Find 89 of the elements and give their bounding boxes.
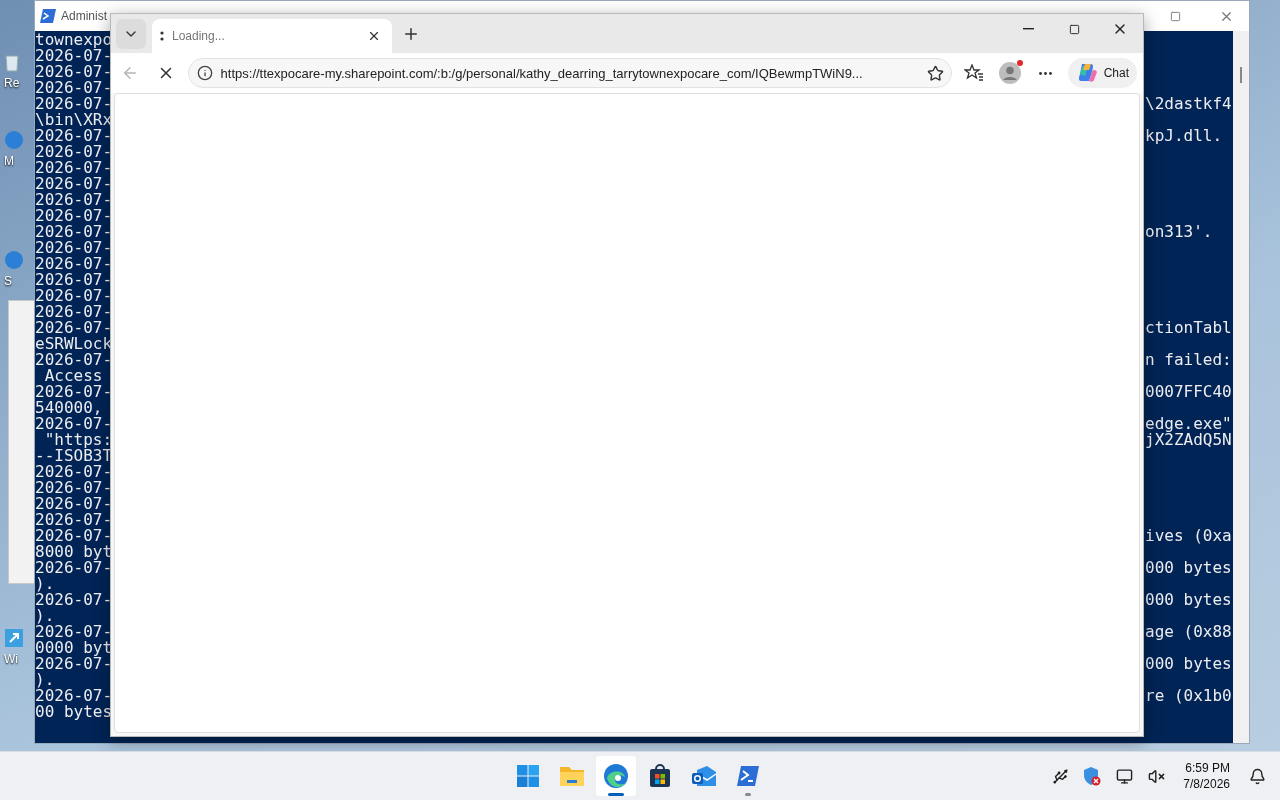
console-line: on313'. (1145, 224, 1213, 240)
console-line: 2026-07- (35, 382, 113, 401)
console-line: 2026-07- (35, 94, 113, 113)
console-line: \bin\XRx (35, 110, 113, 129)
profile-button[interactable] (996, 59, 1024, 87)
browser-tab[interactable]: Loading... (152, 19, 392, 53)
shortcut-icon[interactable] (4, 628, 24, 648)
console-line: \2dastkf4 (1145, 96, 1232, 112)
console-line: 2026-07- (35, 478, 113, 497)
console-line: 2026-07- (35, 62, 113, 81)
console-line: 2026-07- (35, 78, 113, 97)
desktop-icon-label: Re (4, 76, 20, 90)
console-line: 2026-07- (35, 462, 113, 481)
running-indicator (608, 793, 624, 796)
avatar-icon (998, 62, 1021, 84)
close-icon (367, 29, 381, 43)
recycle-bin-icon[interactable] (4, 52, 20, 72)
folder-icon (559, 764, 585, 788)
console-line: 2026-07- (35, 302, 113, 321)
edge-browser-icon (603, 763, 629, 789)
store-bag-icon (648, 764, 672, 788)
clock-date: 7/8/2026 (1183, 776, 1230, 792)
console-line: 2026-07- (35, 270, 113, 289)
console-line: 2026-07- (35, 526, 113, 545)
console-line: jX2ZAdQ5N (1145, 432, 1232, 448)
console-line: 2026-07- (35, 174, 113, 193)
mail-app-icon (691, 764, 717, 788)
console-line: ). (35, 670, 55, 689)
console-line: 2026-07- (35, 254, 113, 273)
desktop-icon-label: Wi (4, 652, 18, 666)
desktop-icon-label: M (4, 154, 14, 168)
scrollbar-thumb[interactable] (1240, 67, 1242, 83)
start-icon (516, 764, 540, 788)
tab-title: Loading... (172, 29, 226, 43)
console-line: 2026-07- (35, 142, 113, 161)
chat-button[interactable]: Chat (1067, 58, 1137, 88)
console-line: ctionTabl (1145, 320, 1232, 336)
console-line: 2026-07- (35, 494, 113, 513)
console-line: 000 bytes (1145, 560, 1232, 576)
console-line: eSRWLock (35, 334, 113, 353)
clock[interactable]: 6:59 PM 7/8/2026 (1183, 760, 1230, 792)
console-line: 0000 byt (35, 638, 113, 657)
console-line: 0007FFC40 (1145, 384, 1232, 400)
console-line: 2026-07- (35, 238, 113, 257)
console-line: n failed: (1145, 352, 1232, 368)
console-line: 000 bytes (1145, 656, 1232, 672)
console-line: ives (0xa (1145, 528, 1232, 544)
info-icon[interactable] (196, 65, 213, 81)
tab-actions-button[interactable] (116, 19, 146, 49)
console-line: ). (35, 574, 55, 593)
console-line: 8000 byt (35, 542, 113, 561)
console-line: "https: (44, 430, 113, 449)
console-line: 2026-07- (35, 222, 113, 241)
scrollbar[interactable] (1233, 31, 1249, 743)
console-line: 2026-07- (35, 206, 113, 225)
terminal-icon (736, 765, 760, 787)
plus-icon (402, 25, 420, 43)
console-line: 2026-07- (35, 158, 113, 177)
desktop-icon-label: S (4, 274, 12, 288)
console-line: 2026-07- (35, 350, 113, 369)
console-line: 2026-07- (35, 414, 113, 433)
favorites-icon (964, 64, 985, 82)
console-line: 540000, (35, 398, 103, 417)
console-line: ). (35, 606, 55, 625)
console-line: 2026-07- (35, 510, 113, 529)
console-line: re (0x1b0 (1145, 688, 1232, 704)
maximize-icon (1169, 10, 1181, 22)
terminal-icon (40, 9, 56, 23)
console-line: 000 bytes (1145, 592, 1232, 608)
taskbar-app-button[interactable] (596, 756, 636, 796)
clock-time: 6:59 PM (1185, 760, 1230, 776)
console-line: 2026-07- (35, 190, 113, 209)
console-line: edge.exe" (1145, 416, 1232, 432)
console-line: age (0x88 (1145, 624, 1232, 640)
address-bar[interactable]: https://ttexpocare-my.sharepoint.com/:b:/g/personal/kathy_dearring_tarrytownexpocare_com/IQBewmpTWiN9... (187, 58, 953, 88)
minimize-icon (1022, 28, 1034, 30)
console-line: 2026-07- (35, 286, 113, 305)
console-line: kpJ.dll. (1145, 128, 1223, 144)
running-indicator (745, 793, 751, 796)
star-icon (926, 64, 944, 82)
console-line: townexpo (35, 31, 113, 49)
maximize-icon (1068, 23, 1080, 35)
console-line: 2026-07- (35, 318, 113, 337)
url-text: https://ttexpocare-my.sharepoint.com/:b:/g/personal/kathy_dearring_tarrytownexpocare_com/IQBewmpTWiN9... (220, 65, 864, 81)
window-title: Administ (61, 9, 107, 23)
console-line: 2026-07- (35, 126, 113, 145)
console-line: 00 bytes (35, 702, 113, 721)
more-icon (1039, 71, 1053, 75)
console-line: Access (43, 366, 103, 385)
